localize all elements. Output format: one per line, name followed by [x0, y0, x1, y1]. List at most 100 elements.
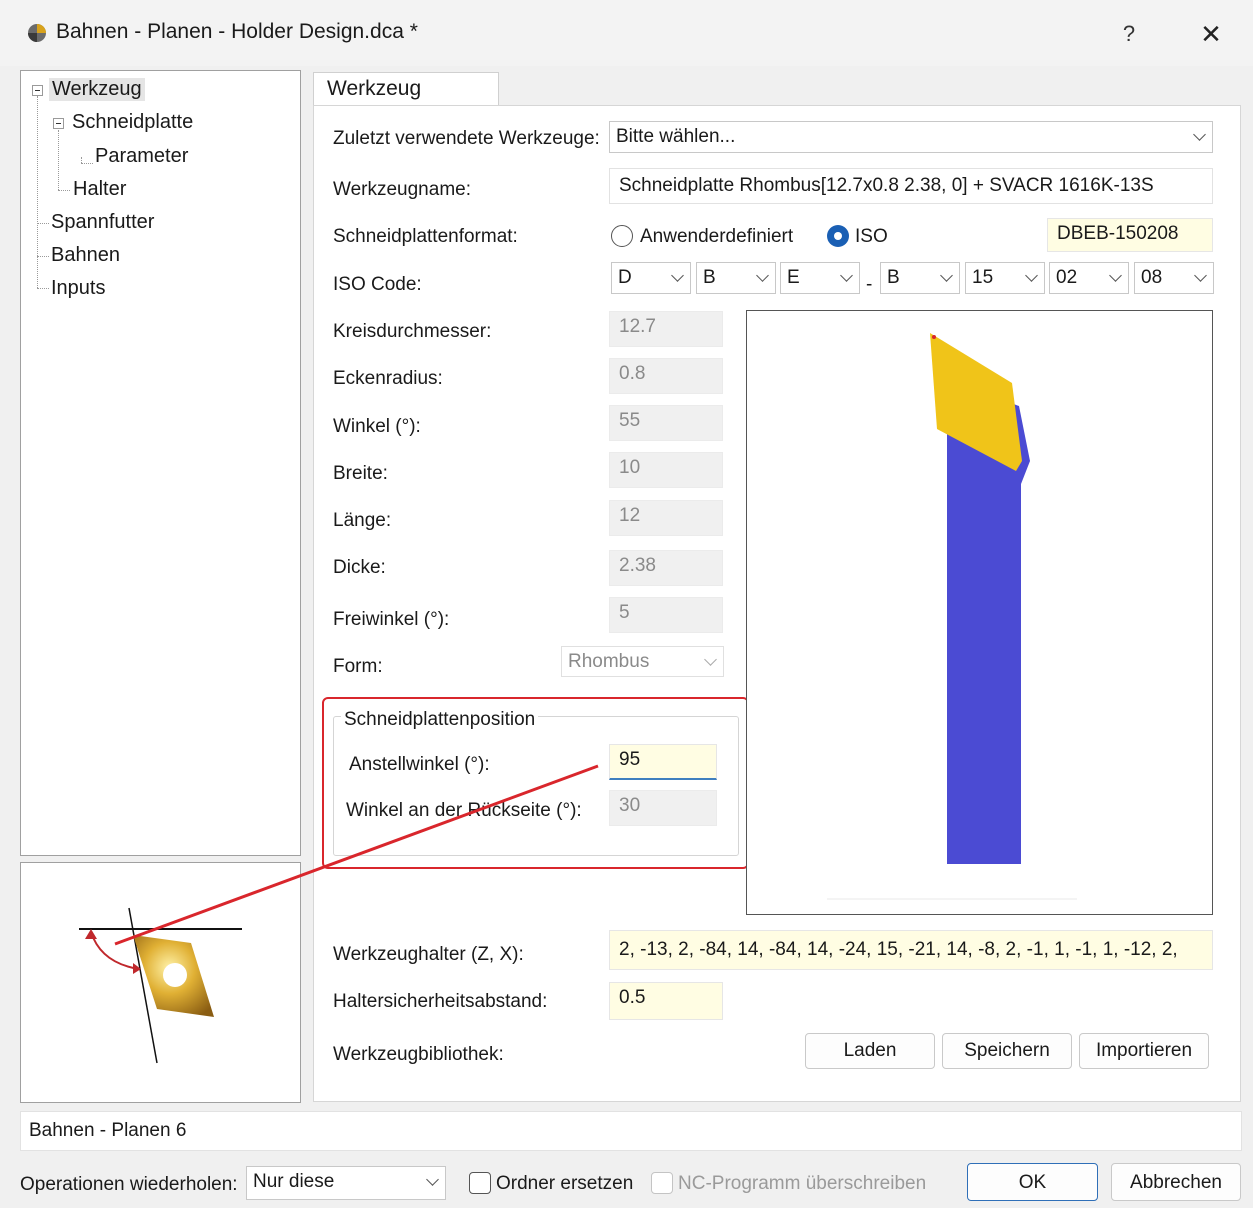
iso-part-7-value: 08	[1141, 267, 1163, 288]
clearance-angle-label: Freiwinkel (°):	[333, 609, 450, 630]
window-title: Bahnen - Planen - Holder Design.dca *	[56, 20, 418, 43]
length-label: Länge:	[333, 510, 392, 531]
repeat-value: Nur diese	[253, 1171, 335, 1192]
overwrite-nc-checkbox	[651, 1172, 673, 1194]
chevron-down-icon	[704, 653, 717, 666]
iso-part-4-value: B	[887, 267, 900, 288]
chevron-down-icon	[940, 269, 953, 282]
app-icon	[28, 24, 46, 42]
tree-line	[37, 223, 49, 224]
tool-name-label: Werkzeugname:	[333, 179, 471, 200]
tree-item-parameter[interactable]: Parameter	[95, 145, 188, 168]
radio-custom[interactable]	[611, 225, 633, 247]
angle-label: Winkel (°):	[333, 416, 421, 437]
iso-separator: -	[866, 274, 873, 295]
chevron-down-icon	[1194, 269, 1207, 282]
shape-dropdown: Rhombus	[561, 646, 724, 677]
chevron-down-icon	[1025, 269, 1038, 282]
tree-view: Werkzeug Schneidplatte Parameter Halter …	[20, 70, 301, 856]
arrow-head-icon	[85, 929, 97, 939]
iso-part-3-dropdown[interactable]: E	[780, 262, 860, 294]
chevron-down-icon	[1193, 128, 1206, 141]
length-field: 12	[609, 500, 723, 536]
help-button[interactable]: ?	[1106, 14, 1152, 54]
tree-item-spannfutter[interactable]: Spannfutter	[51, 211, 154, 234]
insert-angle-diagram	[79, 907, 242, 1064]
tool-preview-drawing	[827, 333, 1077, 900]
radio-iso-label: ISO	[855, 226, 888, 247]
replace-folder-checkbox[interactable]	[469, 1172, 491, 1194]
iso-part-6-value: 02	[1056, 267, 1078, 288]
holder-label: Werkzeughalter (Z, X):	[333, 944, 524, 965]
iso-part-7-dropdown[interactable]: 08	[1134, 262, 1214, 294]
corner-radius-field: 0.8	[609, 358, 723, 394]
insert-format-label: Schneidplattenformat:	[333, 226, 518, 247]
repeat-dropdown[interactable]: Nur diese	[246, 1166, 446, 1200]
insert-angle-preview	[20, 862, 301, 1103]
iso-code-field[interactable]: DBEB-150208	[1047, 218, 1213, 252]
iso-part-4-dropdown[interactable]: B	[880, 262, 960, 294]
holder-coordinates-input[interactable]: 2, -13, 2, -84, 14, -84, 14, -24, 15, -2…	[609, 930, 1213, 970]
iso-part-5-value: 15	[972, 267, 994, 288]
tool-preview-canvas	[746, 310, 1213, 915]
iso-part-1-value: D	[618, 267, 632, 288]
iso-part-3-value: E	[787, 267, 800, 288]
tree-item-inputs[interactable]: Inputs	[51, 277, 105, 300]
tree-item-bahnen[interactable]: Bahnen	[51, 244, 120, 267]
clearance-angle-field: 5	[609, 597, 723, 633]
tree-item-werkzeug[interactable]: Werkzeug	[49, 78, 145, 101]
holder-clearance-input[interactable]: 0.5	[609, 982, 723, 1020]
insert-hole	[163, 963, 187, 987]
iso-part-5-dropdown[interactable]: 15	[965, 262, 1045, 294]
tree-line	[37, 96, 38, 288]
tree-line	[37, 256, 49, 257]
shape-value: Rhombus	[568, 651, 650, 672]
iso-code-label: ISO Code:	[333, 274, 422, 295]
circle-diameter-label: Kreisdurchmesser:	[333, 321, 492, 342]
iso-part-2-dropdown[interactable]: B	[696, 262, 776, 294]
chevron-down-icon	[840, 269, 853, 282]
library-label: Werkzeugbibliothek:	[333, 1044, 504, 1065]
tree-line	[81, 163, 93, 164]
overwrite-nc-label: NC-Programm überschreiben	[678, 1173, 927, 1194]
tree-line	[58, 130, 59, 190]
chevron-down-icon	[756, 269, 769, 282]
status-bar: Bahnen - Planen 6	[20, 1111, 1242, 1151]
tool-tip-marker	[932, 335, 936, 339]
shape-label: Form:	[333, 656, 383, 677]
highlight-box	[322, 697, 749, 869]
tree-item-schneidplatte[interactable]: Schneidplatte	[72, 111, 193, 134]
iso-part-1-dropdown[interactable]: D	[611, 262, 691, 294]
recent-tools-value: Bitte wählen...	[616, 126, 736, 147]
collapse-icon[interactable]	[53, 118, 64, 129]
angle-field: 55	[609, 405, 723, 441]
tool-name-input[interactable]: Schneidplatte Rhombus[12.7x0.8 2.38, 0] …	[609, 168, 1213, 204]
chevron-down-icon	[426, 1173, 439, 1186]
thickness-field: 2.38	[609, 550, 723, 586]
save-button[interactable]: Speichern	[942, 1033, 1072, 1069]
circle-diameter-field: 12.7	[609, 311, 723, 347]
recent-tools-label: Zuletzt verwendete Werkzeuge:	[333, 128, 600, 149]
iso-part-2-value: B	[703, 267, 716, 288]
angle-arc	[90, 931, 140, 970]
tree-line	[58, 190, 70, 191]
cancel-button[interactable]: Abbrechen	[1111, 1163, 1241, 1201]
import-button[interactable]: Importieren	[1079, 1033, 1209, 1069]
width-field: 10	[609, 452, 723, 488]
recent-tools-dropdown[interactable]: Bitte wählen...	[609, 121, 1213, 153]
ok-button[interactable]: OK	[967, 1163, 1098, 1201]
close-button[interactable]: ✕	[1186, 14, 1236, 54]
tree-item-halter[interactable]: Halter	[73, 178, 126, 201]
tree-line	[37, 288, 49, 289]
load-button[interactable]: Laden	[805, 1033, 935, 1069]
width-label: Breite:	[333, 463, 388, 484]
holder-clearance-label: Haltersicherheitsabstand:	[333, 991, 548, 1012]
iso-part-6-dropdown[interactable]: 02	[1049, 262, 1129, 294]
collapse-icon[interactable]	[32, 85, 43, 96]
corner-radius-label: Eckenradius:	[333, 368, 443, 389]
radio-custom-label: Anwenderdefiniert	[640, 226, 794, 247]
repeat-label: Operationen wiederholen:	[20, 1174, 238, 1195]
tab-werkzeug[interactable]: Werkzeug	[313, 72, 499, 106]
radio-iso[interactable]	[827, 225, 849, 247]
replace-folder-label: Ordner ersetzen	[496, 1173, 634, 1194]
